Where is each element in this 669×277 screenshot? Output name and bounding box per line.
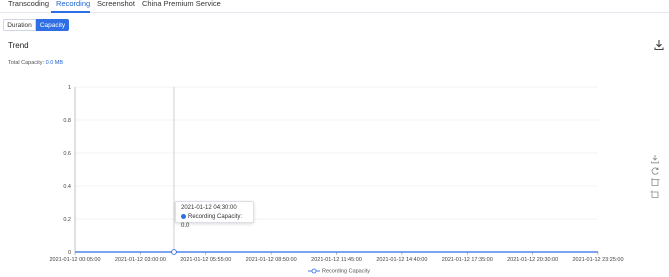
x-tick-label: 2021-01-12 03:00:00 (115, 257, 166, 263)
tab-bar: Transcoding Recording Screenshot China P… (0, 0, 669, 13)
tooltip-series-row: Recording Capacity: 0.0 (181, 213, 248, 231)
hovered-data-point (171, 249, 177, 255)
x-tick-label: 2021-01-12 14:40:00 (376, 257, 427, 263)
total-capacity-value: 0.0 MB (45, 60, 64, 66)
tooltip-value: 0.0 (181, 223, 190, 229)
legend-label: Recording Capacity (322, 268, 370, 275)
tab-china-premium-service[interactable]: China Premium Service (142, 0, 221, 8)
capacity-toggle-button[interactable]: Capacity (36, 19, 69, 31)
x-tick-label: 2021-01-12 00:05:00 (49, 257, 100, 263)
legend-line-icon (308, 268, 320, 274)
series-dot-icon (181, 213, 186, 219)
y-tick-label: 1 (68, 85, 71, 91)
section-title: Trend (8, 41, 29, 50)
tab-recording[interactable]: Recording (56, 0, 90, 8)
active-tab-indicator (51, 11, 90, 13)
x-tick-label: 2021-01-12 08:50:00 (246, 257, 297, 263)
x-tick-label: 2021-01-12 20:30:00 (507, 257, 558, 263)
y-tick-label: 0.4 (63, 184, 71, 190)
chart-tooltip: 2021-01-12 04:30:00 Recording Capacity: … (175, 201, 254, 229)
chart-legend[interactable]: Recording Capacity (308, 268, 370, 274)
capacity-trend-chart: 0 0.2 0.4 0.6 0.8 1 2021-01-12 00:05:00 2021-01… (49, 85, 623, 263)
x-tick-label: 2021-01-12 23:25:00 (572, 257, 623, 263)
duration-toggle-button[interactable]: Duration (3, 19, 36, 31)
y-tick-label: 0.8 (63, 118, 71, 124)
x-tick-label: 2021-01-12 17:35:00 (442, 257, 493, 263)
download-icon[interactable] (653, 39, 665, 51)
y-tick-label: 0 (68, 250, 71, 256)
total-capacity-label: Total Capacity: (8, 60, 45, 66)
tab-transcoding[interactable]: Transcoding (8, 0, 49, 8)
tab-screenshot[interactable]: Screenshot (97, 0, 135, 8)
total-capacity: Total Capacity: 0.0 MB (8, 60, 63, 66)
tooltip-time: 2021-01-12 04:30:00 (181, 205, 237, 211)
y-tick-label: 0.2 (63, 217, 71, 223)
x-tick-label: 2021-01-12 05:55:00 (180, 257, 231, 263)
y-tick-label: 0.6 (63, 151, 71, 157)
x-tick-label: 2021-01-12 11:45:00 (311, 257, 362, 263)
tooltip-series-label: Recording Capacity: (188, 214, 243, 220)
